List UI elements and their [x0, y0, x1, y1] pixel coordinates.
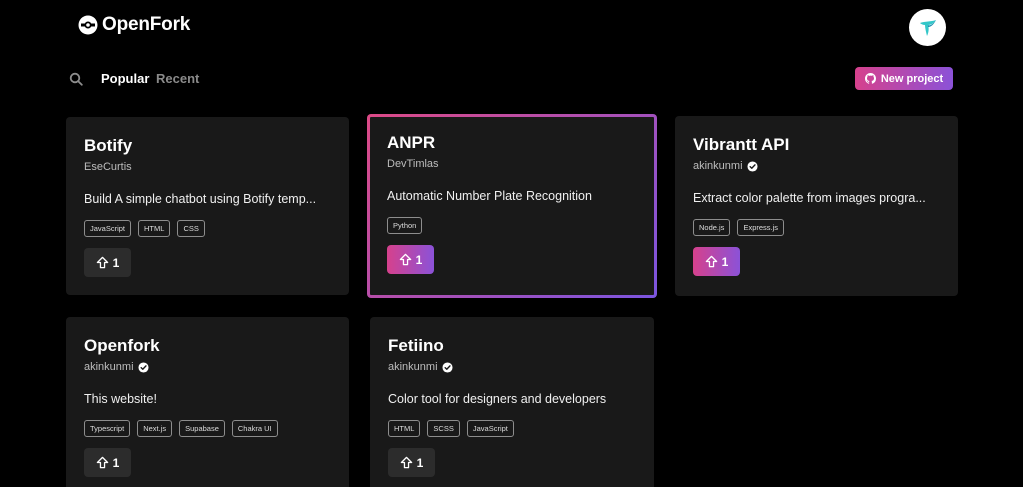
project-description: Build A simple chatbot using Botify temp… [84, 192, 317, 206]
tag[interactable]: Python [387, 217, 423, 234]
upvote-arrow-icon [96, 256, 108, 269]
author-name: EseCurtis [84, 161, 132, 173]
top-bar: OpenFork [0, 0, 1023, 56]
project-description: Automatic Number Plate Recognition [387, 189, 592, 203]
project-description: Extract color palette from images progra… [693, 191, 926, 205]
project-author[interactable]: akinkunmi [84, 360, 331, 374]
verified-icon [441, 361, 453, 373]
tag[interactable]: SCSS [427, 420, 460, 437]
project-author[interactable]: DevTimlas [387, 157, 638, 171]
new-project-label: New project [880, 72, 944, 85]
upvote-button[interactable]: 1 [693, 247, 740, 276]
avatar-bird-icon [919, 19, 936, 36]
project-card-anpr[interactable]: ANPR DevTimlas Automatic Number Plate Re… [367, 114, 657, 298]
upvote-count: 1 [416, 455, 424, 470]
project-author[interactable]: EseCurtis [84, 160, 331, 174]
project-description: Color tool for designers and developers [388, 392, 607, 406]
upvote-button[interactable]: 1 [388, 448, 435, 477]
tag-list: HTML SCSS JavaScript [388, 420, 636, 437]
search-icon[interactable] [69, 72, 83, 86]
tag-list: Typescript Next.js Supabase Chakra UI [84, 420, 331, 437]
tag-list: Node.js Express.js [693, 219, 940, 236]
tab-recent[interactable]: Recent [156, 71, 199, 86]
new-project-button[interactable]: New project [855, 67, 953, 90]
project-title: Openfork [84, 336, 160, 355]
upvote-arrow-icon [705, 255, 717, 268]
upvote-button[interactable]: 1 [84, 448, 131, 477]
project-card-botify[interactable]: Botify EseCurtis Build A simple chatbot … [66, 117, 349, 295]
tab-popular[interactable]: Popular [101, 71, 149, 86]
github-icon [864, 73, 876, 84]
upvote-count: 1 [112, 255, 120, 270]
project-title: Fetiino [388, 336, 444, 355]
upvote-button[interactable]: 1 [84, 248, 131, 277]
project-author[interactable]: akinkunmi [693, 159, 940, 173]
project-card-vibrantt-api[interactable]: Vibrantt API akinkunmi Extract color pal… [675, 116, 958, 296]
verified-icon [746, 160, 758, 172]
upvote-count: 1 [721, 254, 729, 269]
tag[interactable]: JavaScript [84, 220, 132, 237]
upvote-count: 1 [112, 455, 120, 470]
project-title: ANPR [387, 133, 436, 152]
project-card-fetiino[interactable]: Fetiino akinkunmi Color tool for designe… [370, 317, 654, 487]
author-name: akinkunmi [84, 361, 134, 373]
tag-list: Python [387, 217, 638, 234]
verified-icon [137, 361, 149, 373]
tag[interactable]: Chakra UI [231, 420, 278, 437]
author-name: akinkunmi [388, 361, 438, 373]
tag[interactable]: Next.js [137, 420, 173, 437]
tag[interactable]: JavaScript [466, 420, 514, 437]
project-author[interactable]: akinkunmi [388, 360, 636, 374]
app-name: OpenFork [102, 14, 191, 35]
tag-list: JavaScript HTML CSS [84, 220, 331, 237]
tag[interactable]: Node.js [693, 219, 731, 236]
tag[interactable]: Express.js [737, 219, 785, 236]
logo[interactable]: OpenFork [78, 14, 190, 36]
tag[interactable]: Supabase [179, 420, 225, 437]
author-name: DevTimlas [387, 158, 439, 170]
openfork-logo-icon [78, 15, 98, 35]
avatar[interactable] [909, 9, 946, 46]
tag[interactable]: CSS [177, 220, 205, 237]
upvote-count: 1 [415, 252, 423, 267]
tag[interactable]: HTML [138, 220, 171, 237]
toolbar: Popular Recent New project [0, 64, 1023, 94]
upvote-button[interactable]: 1 [387, 245, 434, 274]
project-description: This website! [84, 392, 157, 406]
author-name: akinkunmi [693, 160, 743, 172]
project-card-openfork[interactable]: Openfork akinkunmi This website! Typescr… [66, 317, 349, 487]
tag[interactable]: Typescript [84, 420, 131, 437]
project-title: Botify [84, 136, 133, 155]
project-title: Vibrantt API [693, 135, 790, 154]
upvote-arrow-icon [399, 253, 411, 266]
tag[interactable]: HTML [388, 420, 421, 437]
upvote-arrow-icon [96, 456, 108, 469]
upvote-arrow-icon [400, 456, 412, 469]
